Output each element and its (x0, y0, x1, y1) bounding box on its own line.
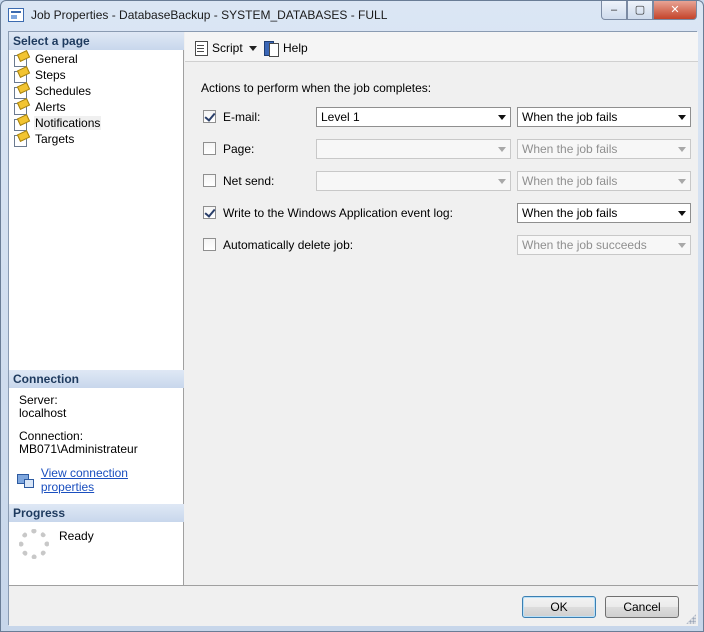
auto-delete-checkbox[interactable] (203, 238, 216, 251)
auto-delete-label: Automatically delete job: (223, 238, 354, 252)
page-icon (13, 100, 29, 115)
right-pane: Script Help Actions to perform when the … (185, 32, 698, 585)
help-icon (263, 40, 279, 57)
server-value: localhost (19, 406, 67, 420)
page-item-alerts[interactable]: Alerts (13, 99, 101, 115)
auto-delete-row: Automatically delete job: When the job s… (199, 235, 691, 255)
script-icon (193, 40, 209, 56)
email-condition-select[interactable]: When the job fails (517, 107, 691, 127)
close-button[interactable]: ✕ (653, 1, 697, 20)
chevron-down-icon (498, 147, 506, 152)
auto-delete-condition-select[interactable]: When the job succeeds (517, 235, 691, 255)
page-item-notifications[interactable]: Notifications (13, 115, 102, 131)
net-send-checkbox[interactable] (203, 174, 216, 187)
page-item-label: General (35, 52, 78, 66)
chevron-down-icon[interactable] (248, 45, 257, 51)
page-condition-select[interactable]: When the job fails (517, 139, 691, 159)
left-pane: Select a page General Steps Schedules Al… (9, 32, 184, 585)
page-condition-value: When the job fails (522, 142, 618, 156)
email-row: E-mail: Level 1 When the job fails (199, 107, 691, 127)
page-icon (13, 132, 29, 147)
connection-properties-icon (17, 473, 34, 488)
chevron-down-icon (498, 179, 506, 184)
page-icon (13, 52, 29, 67)
page-icon (13, 116, 29, 131)
page-icon (13, 68, 29, 83)
progress-heading: Progress (9, 504, 184, 522)
page-item-label: Notifications (34, 116, 102, 130)
chevron-down-icon (678, 147, 686, 152)
dialog-button-bar: OK Cancel (9, 585, 698, 626)
page-icon (13, 84, 29, 99)
event-log-row: Write to the Windows Application event l… (199, 203, 691, 223)
net-send-condition-select[interactable]: When the job fails (517, 171, 691, 191)
email-checkbox[interactable] (203, 110, 216, 123)
connection-value: MB071\Administrateur (19, 442, 138, 456)
progress-spinner-icon (19, 529, 49, 559)
net-send-row: Net send: When the job fails (199, 171, 691, 191)
chevron-down-icon (678, 179, 686, 184)
progress-area: Ready (19, 529, 94, 559)
page-item-targets[interactable]: Targets (13, 131, 101, 147)
progress-status: Ready (59, 529, 94, 543)
cancel-button[interactable]: Cancel (605, 596, 679, 618)
email-operator-value: Level 1 (321, 110, 360, 124)
chevron-down-icon (498, 115, 506, 120)
select-page-heading: Select a page (9, 32, 184, 50)
email-operator-select[interactable]: Level 1 (316, 107, 511, 127)
page-item-schedules[interactable]: Schedules (13, 83, 101, 99)
page-row: Page: When the job fails (199, 139, 691, 159)
view-connection-properties-link[interactable]: View connection properties (41, 466, 183, 494)
event-log-checkbox[interactable] (203, 206, 216, 219)
toolbar: Script Help (185, 32, 698, 62)
page-item-label: Schedules (35, 84, 92, 98)
title-bar[interactable]: Job Properties - DatabaseBackup - SYSTEM… (1, 1, 703, 30)
maximize-button[interactable]: ▢ (627, 1, 653, 20)
chevron-down-icon (678, 115, 686, 120)
chevron-down-icon (678, 243, 686, 248)
actions-heading: Actions to perform when the job complete… (201, 81, 432, 95)
page-item-general[interactable]: General (13, 51, 101, 67)
notifications-panel: Actions to perform when the job complete… (191, 69, 691, 577)
minimize-button[interactable]: – (601, 1, 627, 20)
event-log-label: Write to the Windows Application event l… (223, 206, 453, 220)
help-button[interactable]: Help (263, 40, 308, 57)
dialog-client-area: Select a page General Steps Schedules Al… (8, 31, 698, 626)
app-icon (8, 8, 24, 22)
net-send-condition-value: When the job fails (522, 174, 618, 188)
event-log-condition-value: When the job fails (522, 206, 618, 220)
connection-info: Server: localhost Connection: MB071\Admi… (19, 394, 138, 456)
connection-heading: Connection (9, 370, 184, 388)
page-item-label: Steps (35, 68, 66, 82)
window-title: Job Properties - DatabaseBackup - SYSTEM… (31, 8, 388, 22)
page-checkbox[interactable] (203, 142, 216, 155)
page-list: General Steps Schedules Alerts Notificat… (13, 51, 102, 147)
chevron-down-icon (678, 211, 686, 216)
view-connection-row: View connection properties (17, 466, 183, 494)
script-button[interactable]: Script (193, 40, 257, 56)
page-label: Page: (223, 142, 255, 156)
resize-grip[interactable] (686, 614, 696, 624)
page-operator-select[interactable] (316, 139, 511, 159)
event-log-condition-select[interactable]: When the job fails (517, 203, 691, 223)
page-item-steps[interactable]: Steps (13, 67, 101, 83)
script-label: Script (212, 41, 243, 55)
help-label: Help (283, 41, 308, 55)
job-properties-window: Job Properties - DatabaseBackup - SYSTEM… (0, 0, 704, 632)
email-label: E-mail: (223, 110, 261, 124)
net-send-operator-select[interactable] (316, 171, 511, 191)
auto-delete-condition-value: When the job succeeds (522, 238, 647, 252)
page-item-label: Targets (35, 132, 75, 146)
net-send-label: Net send: (223, 174, 275, 188)
window-controls: – ▢ ✕ (601, 1, 697, 20)
ok-button[interactable]: OK (522, 596, 596, 618)
email-condition-value: When the job fails (522, 110, 618, 124)
page-item-label: Alerts (35, 100, 66, 114)
